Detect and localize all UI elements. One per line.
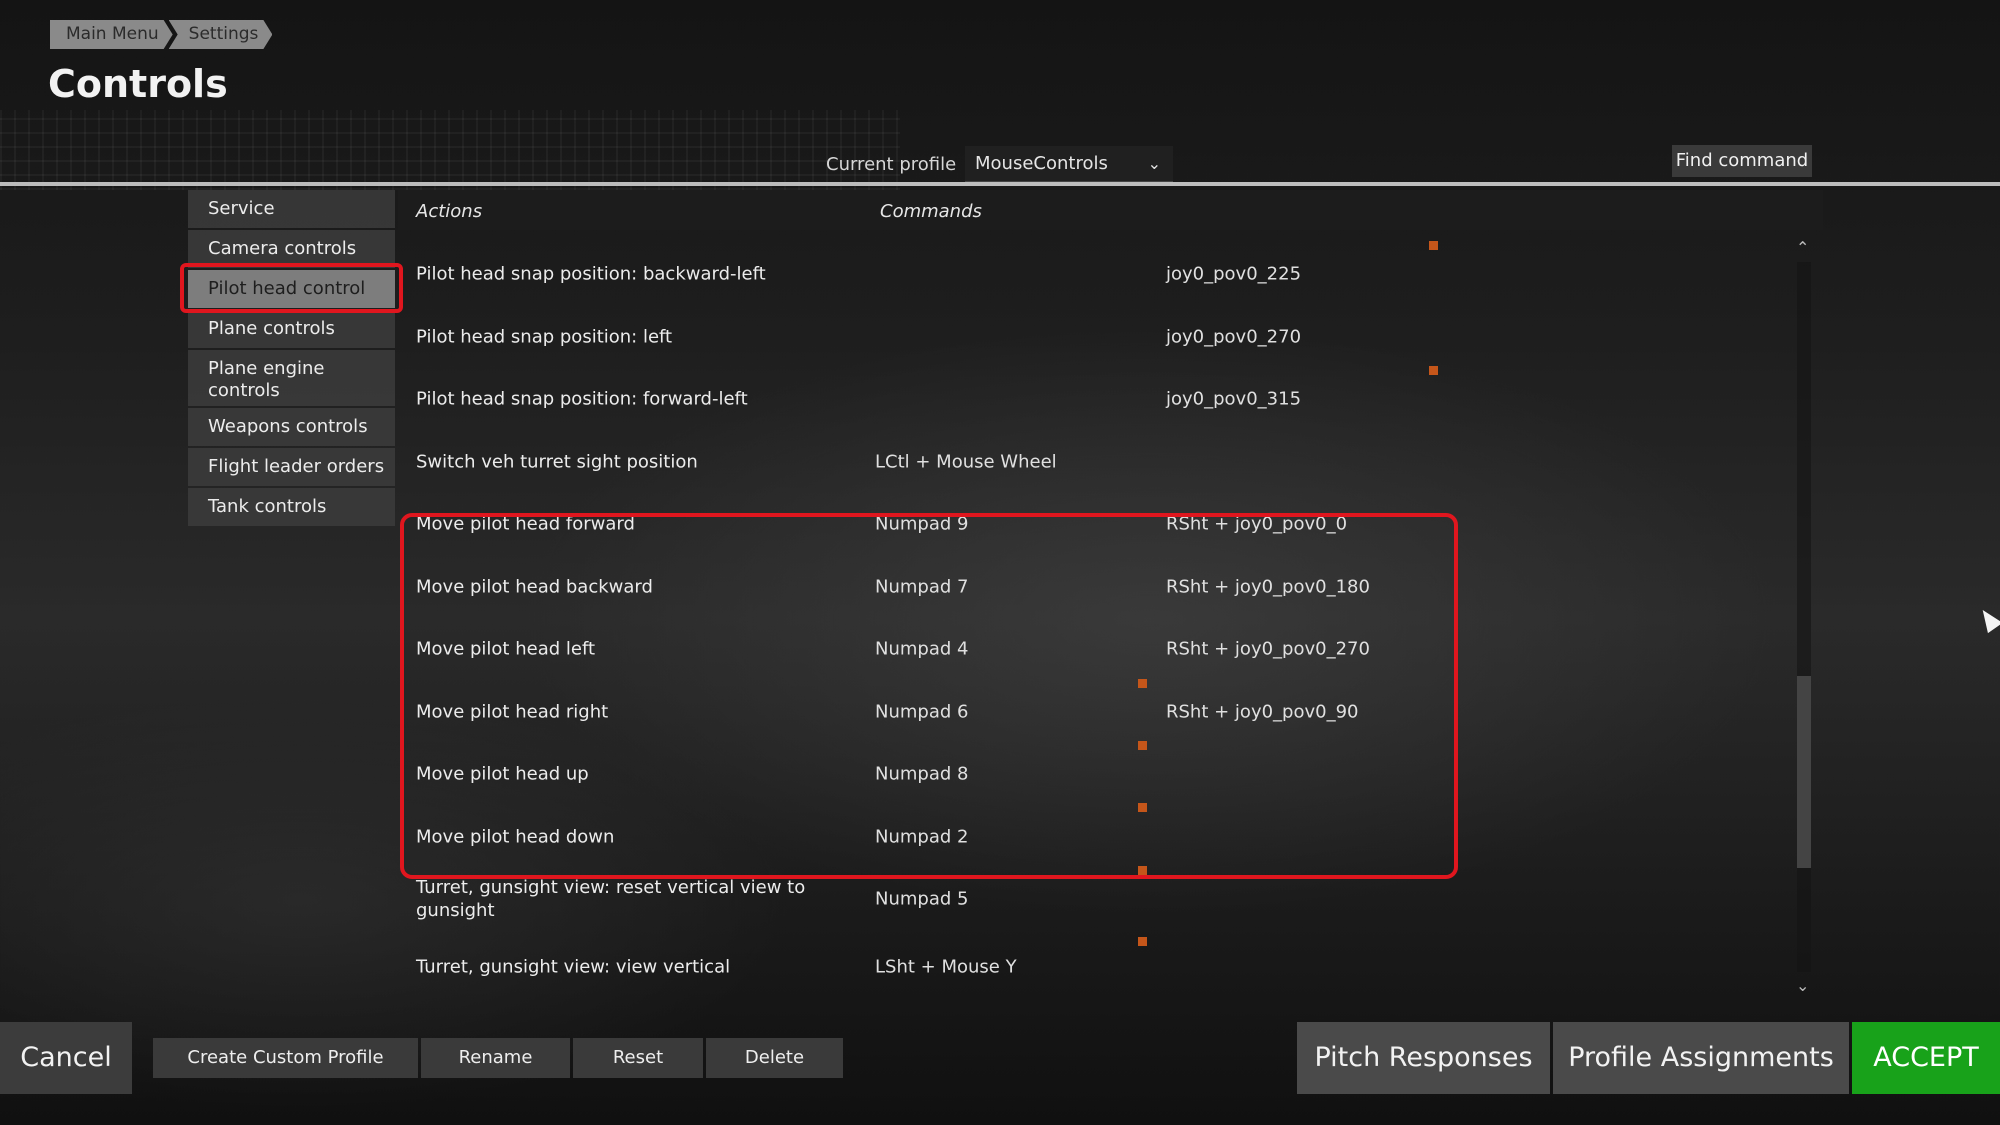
create-custom-profile-button[interactable]: Create Custom Profile [153,1038,418,1078]
command-primary[interactable]: LCtl + Mouse Wheel [875,451,1057,472]
cancel-button[interactable]: Cancel [0,1022,132,1094]
delete-button[interactable]: Delete [706,1038,843,1078]
table-row[interactable]: Switch veh turret sight position LCtl + … [398,428,1823,491]
table-row[interactable]: Turret, gunsight view: view vertical LSh… [398,933,1823,996]
background-grid [0,110,900,190]
scroll-up-icon[interactable]: ⌃ [1796,238,1809,257]
category-service[interactable]: Service [188,190,395,228]
command-primary[interactable]: Numpad 5 [875,889,968,910]
reset-button[interactable]: Reset [573,1038,703,1078]
rename-button[interactable]: Rename [421,1038,570,1078]
profile-label: Current profile [826,154,957,175]
command-secondary[interactable]: joy0_pov0_225 [1166,264,1301,285]
page-title: Controls [48,62,228,106]
breadcrumb: Main Menu Settings [50,20,274,49]
accept-button[interactable]: ACCEPT [1852,1022,2000,1094]
action-label: Switch veh turret sight position [416,451,698,472]
column-actions: Actions [416,201,483,222]
mouse-cursor-icon [1975,604,2000,634]
binding-marker-icon [1429,366,1438,375]
profile-value: MouseControls [975,153,1108,174]
scrollbar-thumb[interactable] [1797,676,1811,868]
category-flight-leader-orders[interactable]: Flight leader orders [188,448,395,486]
header-divider [0,182,2000,186]
scroll-down-icon[interactable]: ⌄ [1796,976,1809,995]
command-primary[interactable]: LSht + Mouse Y [875,957,1017,978]
category-list: Service Camera controls Pilot head contr… [188,190,395,528]
find-command-button[interactable]: Find command [1672,145,1812,177]
table-row[interactable]: Pilot head snap position: backward-left … [398,240,1823,303]
table-row[interactable]: Pilot head snap position: left joy0_pov0… [398,303,1823,366]
action-label: Turret, gunsight view: view vertical [416,956,731,978]
column-commands: Commands [880,201,982,222]
command-secondary[interactable]: joy0_pov0_270 [1166,326,1301,347]
action-label: Turret, gunsight view: reset vertical vi… [416,877,806,921]
category-plane-controls[interactable]: Plane controls [188,310,395,348]
binding-marker-icon [1429,241,1438,250]
breadcrumb-settings[interactable]: Settings [169,20,273,49]
action-label: Pilot head snap position: forward-left [416,388,748,410]
table-header: Actions Commands [398,190,1823,230]
category-weapons-controls[interactable]: Weapons controls [188,408,395,446]
category-plane-engine-controls[interactable]: Plane engine controls [188,350,395,406]
category-highlight-box [180,263,403,313]
category-tank-controls[interactable]: Tank controls [188,488,395,526]
table-row[interactable]: Pilot head snap position: forward-left j… [398,365,1823,428]
binding-marker-icon [1138,937,1147,946]
command-secondary[interactable]: joy0_pov0_315 [1166,389,1301,410]
chevron-down-icon: ⌄ [1147,154,1161,173]
rows-highlight-box [400,513,1458,879]
breadcrumb-main-menu[interactable]: Main Menu [50,20,173,49]
action-label: Pilot head snap position: backward-left [416,263,766,285]
profile-dropdown[interactable]: MouseControls ⌄ [965,146,1173,182]
pitch-responses-button[interactable]: Pitch Responses [1297,1022,1550,1094]
action-label: Pilot head snap position: left [416,326,673,347]
profile-assignments-button[interactable]: Profile Assignments [1553,1022,1849,1094]
